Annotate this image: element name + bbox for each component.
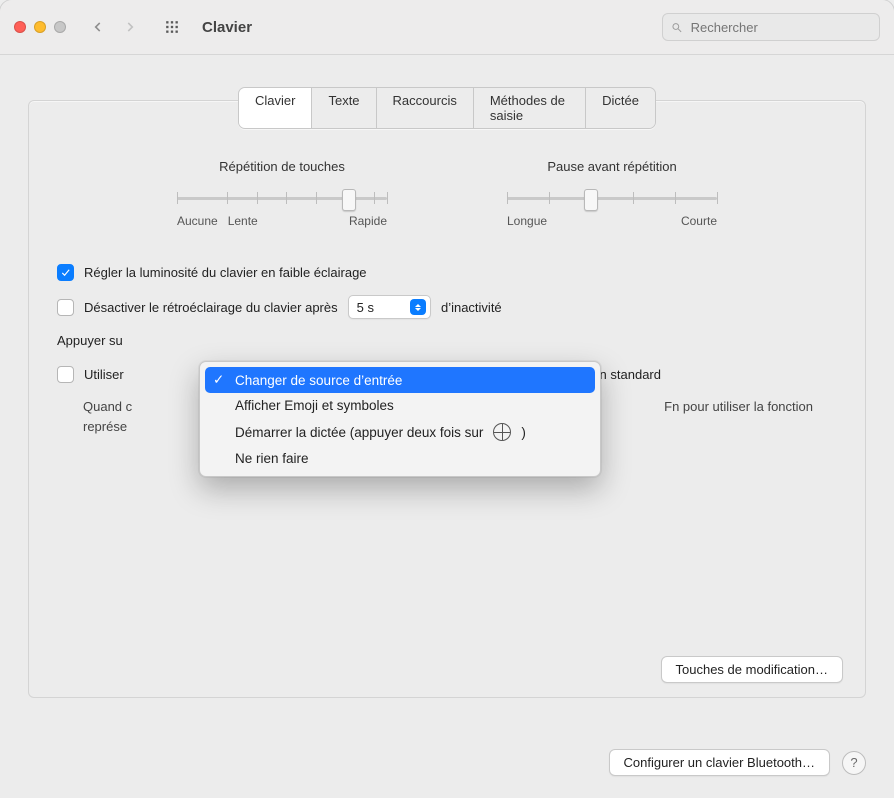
tab-methodes[interactable]: Méthodes de saisie [474, 88, 586, 128]
globe-icon [493, 423, 511, 441]
search-field[interactable] [662, 13, 880, 41]
tab-bar: Clavier Texte Raccourcis Méthodes de sai… [238, 87, 656, 129]
search-icon [671, 21, 683, 34]
traffic-lights [14, 21, 66, 33]
menu-do-nothing[interactable]: Ne rien faire [205, 446, 595, 471]
bottom-bar: Configurer un clavier Bluetooth… ? [0, 749, 894, 776]
window: Clavier Clavier Texte Raccourcis Méthode… [0, 0, 894, 798]
help-button[interactable]: ? [842, 751, 866, 775]
press-fn-label: Appuyer su [57, 333, 123, 348]
backlight-delay-value: 5 s [357, 300, 374, 315]
tab-dictee[interactable]: Dictée [586, 88, 655, 128]
adjust-brightness-checkbox[interactable] [57, 264, 74, 281]
key-repeat-block: Répétition de touches Aucune Lente [177, 159, 387, 228]
close-icon[interactable] [14, 21, 26, 33]
delay-long-label: Longue [507, 214, 547, 228]
zoom-icon [54, 21, 66, 33]
delay-title: Pause avant répétition [507, 159, 717, 174]
key-repeat-off-label: Aucune [177, 214, 218, 228]
setup-bluetooth-button[interactable]: Configurer un clavier Bluetooth… [609, 749, 831, 776]
modifier-keys-button[interactable]: Touches de modification… [661, 656, 843, 683]
show-all-icon[interactable] [158, 13, 186, 41]
tab-texte[interactable]: Texte [312, 88, 376, 128]
turn-off-backlight-label: Désactiver le rétroéclairage du clavier … [84, 300, 338, 315]
delay-slider[interactable] [507, 188, 717, 208]
turn-off-backlight-suffix: d’inactivité [441, 300, 502, 315]
minimize-icon[interactable] [34, 21, 46, 33]
key-repeat-slow-label: Lente [228, 214, 258, 228]
menu-change-input-source[interactable]: ✓ Changer de source d’entrée [205, 367, 595, 393]
tab-clavier[interactable]: Clavier [239, 88, 312, 128]
forward-button[interactable] [116, 13, 144, 41]
delay-block: Pause avant répétition Longue Courte [507, 159, 717, 228]
adjust-brightness-label: Régler la luminosité du clavier en faibl… [84, 265, 367, 280]
backlight-delay-select[interactable]: 5 s [348, 295, 431, 319]
search-input[interactable] [689, 19, 871, 36]
use-fkeys-checkbox[interactable] [57, 366, 74, 383]
content-panel: Clavier Texte Raccourcis Méthodes de sai… [28, 100, 866, 698]
fn-action-menu: ✓ Changer de source d’entrée Afficher Em… [199, 361, 601, 477]
use-fkeys-label-left: Utiliser [84, 367, 124, 382]
updown-icon [410, 299, 426, 315]
titlebar: Clavier [0, 0, 894, 55]
key-repeat-title: Répétition de touches [177, 159, 387, 174]
page-title: Clavier [202, 19, 252, 36]
sliders-row: Répétition de touches Aucune Lente [53, 159, 841, 228]
menu-start-dictation[interactable]: Démarrer la dictée (appuyer deux fois su… [205, 418, 595, 446]
delay-short-label: Courte [681, 214, 717, 228]
back-button[interactable] [84, 13, 112, 41]
check-icon: ✓ [213, 372, 227, 388]
menu-show-emoji[interactable]: Afficher Emoji et symboles [205, 393, 595, 418]
key-repeat-fast-label: Rapide [349, 214, 387, 228]
tab-raccourcis[interactable]: Raccourcis [377, 88, 474, 128]
key-repeat-slider[interactable] [177, 188, 387, 208]
turn-off-backlight-checkbox[interactable] [57, 299, 74, 316]
